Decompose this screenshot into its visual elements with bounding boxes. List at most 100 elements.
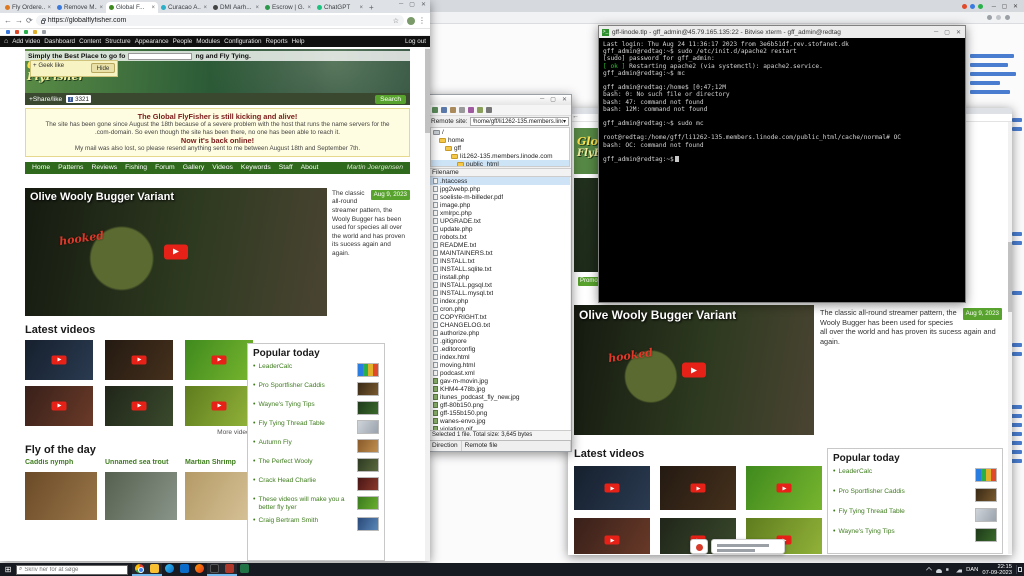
video-thumbnail[interactable]	[185, 386, 253, 426]
toolbar-icon[interactable]	[459, 107, 465, 113]
minimize-button[interactable]: ─	[540, 96, 545, 103]
admin-menu-item[interactable]: People	[173, 38, 193, 45]
scrollbar[interactable]	[1008, 122, 1012, 554]
popular-item[interactable]: •LeaderCalc	[833, 468, 997, 482]
remote-path-dropdown[interactable]: /home/gff/li1262-135.members.linode.com▾	[470, 117, 570, 126]
taskbar-app-explorer[interactable]	[147, 563, 162, 576]
scrollbar[interactable]	[425, 47, 430, 561]
taskbar-app-firefox[interactable]	[192, 563, 207, 576]
extension-icon[interactable]	[970, 4, 975, 9]
file-row[interactable]: wanes-envo.jpg	[430, 417, 570, 425]
new-tab-button[interactable]: +	[369, 2, 374, 13]
file-row[interactable]: .editorconfig	[430, 345, 570, 353]
nav-item[interactable]: Keywords	[238, 164, 274, 171]
menu-dots-icon[interactable]: ⋮	[418, 16, 426, 26]
toolbar-icon[interactable]	[450, 107, 456, 113]
reload-icon[interactable]: ⟳	[26, 16, 33, 26]
taskbar-app-ftp[interactable]	[222, 563, 237, 576]
toolbar-icon[interactable]	[432, 107, 438, 113]
nav-item[interactable]: Forum	[152, 164, 178, 171]
admin-menu-item[interactable]: Appearance	[135, 38, 169, 45]
forward-icon[interactable]: →	[15, 16, 23, 26]
taskbar-search[interactable]: ⌕	[16, 565, 128, 575]
popular-item[interactable]: •The Perfect Wooly	[253, 458, 379, 472]
video-thumbnail[interactable]	[185, 340, 253, 380]
toolbar-icon[interactable]	[486, 107, 492, 113]
geek-note-label[interactable]: + Geek like	[33, 62, 64, 69]
file-row[interactable]: xmlrpc.php	[430, 209, 570, 217]
file-row[interactable]: CHANGELOG.txt	[430, 321, 570, 329]
browser-tab-active[interactable]: Global F...×	[106, 2, 158, 13]
admin-menu-item[interactable]: Add video	[12, 38, 40, 45]
directory-tree[interactable]: / home gff li1262-135.members.linode.com…	[430, 127, 570, 167]
article-video-thumbnail[interactable]: Olive Wooly Bugger Variant hooked	[25, 188, 327, 316]
terminal-titlebar[interactable]: >_ gff-linode.tlp - gff_admin@45.79.165.…	[599, 26, 965, 38]
play-icon[interactable]	[164, 244, 188, 259]
file-row[interactable]: index.html	[430, 353, 570, 361]
file-row[interactable]: gff-155b150.png	[430, 409, 570, 417]
file-row[interactable]: install.php	[430, 273, 570, 281]
tray-chevron-icon[interactable]	[926, 567, 932, 573]
taskbar-app-chrome[interactable]	[132, 563, 147, 576]
browser-tab[interactable]: Escrow | G...×	[262, 2, 314, 13]
file-row[interactable]: podcast.xml	[430, 369, 570, 377]
article-title[interactable]: Olive Wooly Bugger Variant	[579, 308, 736, 322]
terminal-body[interactable]: Last login: Thu Aug 24 11:36:17 2023 fro…	[599, 38, 965, 302]
toolbar-icon[interactable]	[468, 107, 474, 113]
queue-column-remote-file[interactable]: Remote file	[462, 441, 571, 451]
admin-menu-item[interactable]: Structure	[105, 38, 131, 45]
admin-menu-item[interactable]: Help	[292, 38, 305, 45]
tree-node[interactable]: home	[431, 136, 569, 144]
browser-tab[interactable]: Fly Ordere...×	[2, 2, 54, 13]
taskbar-app-edge[interactable]	[162, 563, 177, 576]
file-row[interactable]: INSTALL.sqlite.txt	[430, 265, 570, 273]
admin-menu-item[interactable]: Dashboard	[44, 38, 75, 45]
volume-icon[interactable]	[946, 567, 952, 573]
popular-item[interactable]: •Fly Tying Thread Table	[833, 508, 997, 522]
file-row[interactable]: INSTALL.mysql.txt	[430, 289, 570, 297]
toolbar-icon[interactable]	[477, 107, 483, 113]
maximize-button[interactable]: ▢	[944, 29, 951, 36]
nav-item[interactable]: Home	[29, 164, 53, 171]
video-thumbnail[interactable]	[746, 466, 822, 510]
onedrive-cloud-icon[interactable]	[936, 569, 942, 573]
share-like-button[interactable]: +Share/like	[29, 96, 62, 103]
file-row[interactable]: index.php	[430, 297, 570, 305]
toolbar-icon[interactable]	[987, 15, 992, 20]
nav-item[interactable]: Fishing	[122, 164, 150, 171]
close-tab-icon[interactable]: ×	[203, 5, 207, 11]
search-button[interactable]: Search	[375, 95, 406, 104]
nav-item[interactable]: Videos	[209, 164, 236, 171]
close-tab-icon[interactable]: ×	[359, 5, 363, 11]
maximize-button[interactable]: ▢	[550, 96, 557, 103]
profile-avatar[interactable]	[407, 17, 415, 25]
article-title[interactable]: Olive Wooly Bugger Variant	[30, 191, 174, 203]
close-button[interactable]: ✕	[421, 1, 427, 8]
nav-item[interactable]: Staff	[276, 164, 296, 171]
admin-menu-item[interactable]: Modules	[196, 38, 220, 45]
file-row[interactable]: moving.html	[430, 361, 570, 369]
more-videos-link[interactable]: More videos	[25, 429, 253, 436]
file-row[interactable]: INSTALL.txt	[430, 257, 570, 265]
video-thumbnail[interactable]	[105, 340, 173, 380]
toolbar-icon[interactable]	[441, 107, 447, 113]
keyboard-language[interactable]: DAN	[966, 567, 978, 573]
minimize-button[interactable]: ─	[399, 1, 404, 8]
close-button[interactable]: ✕	[562, 96, 568, 103]
play-icon[interactable]	[682, 363, 706, 378]
nav-item[interactable]: Patterns	[55, 164, 86, 171]
network-icon[interactable]	[956, 567, 962, 573]
scrollbar-thumb[interactable]	[1008, 242, 1012, 312]
bookmark-star-icon[interactable]: ☆	[393, 17, 399, 25]
taskbar-app-office[interactable]	[237, 563, 252, 576]
popular-item[interactable]: •LeaderCalc	[253, 363, 379, 377]
notification-center-button[interactable]	[1016, 565, 1022, 574]
popular-item[interactable]: •Crack Head Charlie	[253, 477, 379, 491]
taskbar-app-terminal[interactable]	[207, 563, 222, 576]
logged-in-user[interactable]: Martin Joergensen	[344, 164, 406, 171]
close-tab-icon[interactable]: ×	[47, 5, 51, 11]
close-button[interactable]: ✕	[956, 29, 962, 36]
bookmark-item[interactable]	[6, 30, 10, 34]
ftp-titlebar[interactable]: ─ ▢ ✕	[429, 95, 571, 105]
video-thumbnail[interactable]	[25, 340, 93, 380]
